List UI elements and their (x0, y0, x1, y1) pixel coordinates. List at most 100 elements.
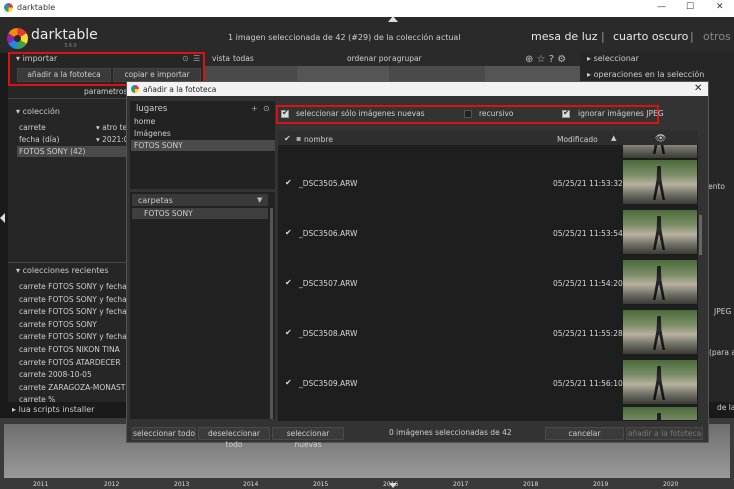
view-others[interactable]: otros (703, 30, 731, 43)
ignore-jpeg-checkbox[interactable] (562, 108, 570, 118)
reset-places-icon[interactable]: ⊙ (263, 104, 270, 113)
select-new-button[interactable]: seleccionar nuevas (272, 427, 344, 449)
add-to-library-button[interactable]: añadir a la fototeca (17, 68, 111, 82)
file-date: 05/25/21 11:56:10 (553, 379, 623, 388)
toolbar-icons[interactable]: ⊕ ☆ ? ⚙ (525, 54, 566, 65)
grid-thumbnail[interactable] (485, 66, 580, 82)
file-name[interactable]: _DSC3507.ARW (299, 279, 357, 288)
import-module-title[interactable]: ▾ importar (16, 54, 57, 63)
folders-panel (130, 192, 275, 419)
file-name[interactable]: _DSC3508.ARW (299, 329, 357, 338)
file-date: 05/25/21 11:53:32 (553, 179, 623, 188)
collection-rule-value[interactable]: ▾ atro te (96, 123, 127, 132)
recent-item[interactable]: carrete FOTOS ATARDECER (19, 358, 126, 371)
row-check-icon[interactable]: ✔ (285, 228, 292, 237)
close-button[interactable]: ✕ (716, 2, 724, 12)
new-only-checkbox[interactable] (281, 108, 289, 118)
dialog-title: añadir a la fototeca (143, 85, 217, 94)
places-title: lugares (136, 104, 168, 114)
ignore-jpeg-label: ignorar imágenes JPEG (578, 109, 664, 118)
place-item[interactable]: home (134, 117, 155, 126)
file-name[interactable]: _DSC3509.ARW (299, 379, 357, 388)
selection-ops-title[interactable]: ▸ operaciones en la selección (587, 70, 704, 79)
minimize-button[interactable]: — (657, 2, 666, 12)
row-check-icon[interactable]: ✔ (285, 378, 292, 387)
darktable-logo-icon (7, 28, 28, 49)
recent-item[interactable]: carrete FOTOS SONY y fecha (d (19, 295, 137, 308)
app-window-icon (4, 3, 13, 12)
dialog-close-icon[interactable]: ✕ (694, 83, 702, 94)
collapse-left-arrow-icon[interactable] (0, 213, 5, 223)
recent-collections-list: carrete FOTOS SONY y fecha (d carrete FO… (19, 282, 137, 403)
timeline-year: 2016 (383, 481, 399, 488)
select-all-button[interactable]: seleccionar todo (132, 427, 196, 440)
recent-item[interactable]: carrete FOTOS SONY (19, 320, 126, 333)
new-only-label: seleccionar sólo imágenes nuevas (296, 109, 425, 118)
right-fragment-text: de la (717, 403, 734, 412)
grid-thumbnail[interactable] (297, 66, 389, 82)
recent-collections-title[interactable]: ▾ colecciones recientes (16, 266, 109, 275)
lua-scripts-title[interactable]: ▸ lua scripts installer (12, 405, 94, 414)
select-module-title[interactable]: ▸ seleccionar (587, 54, 639, 63)
sort-select[interactable]: agrupar (392, 54, 422, 63)
recent-item[interactable]: carrete % (19, 395, 126, 403)
recent-item[interactable]: carrete FOTOS NIKON TINA (19, 345, 126, 358)
collapse-top-arrow-icon[interactable] (388, 16, 398, 22)
view-separator: | (601, 30, 605, 43)
file-name[interactable]: _DSC3506.ARW (299, 229, 357, 238)
timeline-year: 2020 (663, 481, 679, 488)
timeline-year: 2018 (523, 481, 539, 488)
view-lighttable[interactable]: mesa de luz (531, 30, 598, 43)
timeline-year: 2012 (104, 481, 120, 488)
selection-status: 1 imagen seleccionada de 42 (#29) de la … (228, 33, 461, 42)
recent-item[interactable]: carrete FOTOS SONY y fecha (d (19, 282, 137, 295)
file-name[interactable]: _DSC3505.ARW (299, 179, 357, 188)
recent-item[interactable]: carrete 2008-10-05 (19, 370, 126, 383)
chevron-down-icon[interactable]: ▼ (257, 196, 262, 204)
selection-count: 0 imágenes seleccionadas de 42 (389, 428, 512, 437)
parameters-label[interactable]: parametros (84, 87, 127, 96)
row-check-icon[interactable]: ✔ (285, 278, 292, 287)
deselect-all-button[interactable]: deseleccionar todo (198, 427, 270, 449)
sort-label: ordenar por (347, 54, 392, 63)
place-item[interactable]: Imágenes (134, 129, 171, 138)
recent-item[interactable]: carrete ZARAGOZA-MONASTER (19, 383, 135, 396)
timeline-year: 2017 (453, 481, 469, 488)
check-column-icon[interactable]: ✔ (284, 134, 291, 143)
eye-icon[interactable]: 👁 (655, 134, 666, 144)
file-date: 05/25/21 11:55:28 (553, 329, 623, 338)
modified-column-header[interactable]: Modificado (557, 135, 598, 144)
collection-rule-label: fecha (día) (19, 135, 60, 144)
collection-rule-value[interactable]: ▾ 2021:0 (96, 135, 129, 144)
view-filter-select[interactable]: todas (233, 54, 254, 63)
recursive-label: recursivo (479, 109, 514, 118)
module-reset-icon[interactable]: ⊙ (182, 54, 189, 63)
view-darkroom[interactable]: cuarto oscuro (613, 30, 688, 43)
file-list-scrollbar[interactable] (699, 215, 702, 255)
file-list-header (278, 131, 698, 145)
right-fragment-text: JPEG (714, 307, 732, 316)
file-thumbnail (623, 210, 697, 254)
module-presets-icon[interactable]: ☰ (193, 54, 200, 63)
folders-scrollbar[interactable] (270, 208, 273, 419)
maximize-button[interactable]: ☐ (686, 2, 694, 12)
add-to-library-confirm-button[interactable]: añadir a la fototeca (626, 427, 703, 440)
collection-rule-label: carrete (19, 123, 46, 132)
recent-item[interactable]: carrete FOTOS SONY y fecha (d (19, 332, 137, 345)
thumbnail-partial (623, 407, 697, 420)
add-place-icon[interactable]: + (251, 104, 258, 113)
copy-and-import-button[interactable]: copiar e importar (113, 68, 201, 82)
timeline-year: 2011 (33, 481, 49, 488)
name-column-header[interactable]: nombre (304, 135, 333, 144)
row-check-icon[interactable]: ✔ (285, 328, 292, 337)
folder-item[interactable]: FOTOS SONY (144, 209, 193, 218)
collection-module-title[interactable]: ▾ colección (16, 107, 60, 116)
row-check-icon[interactable]: ✔ (285, 178, 292, 187)
sort-ascending-icon[interactable]: ▲ (611, 134, 616, 142)
column-separator: ▪ (296, 134, 302, 143)
cancel-button[interactable]: cancelar (545, 427, 624, 440)
recent-item[interactable]: carrete FOTOS SONY y fecha (d (19, 307, 137, 320)
view-filter-label: vista (212, 54, 230, 63)
recursive-checkbox[interactable] (464, 110, 472, 118)
place-item[interactable]: FOTOS SONY (134, 141, 183, 150)
